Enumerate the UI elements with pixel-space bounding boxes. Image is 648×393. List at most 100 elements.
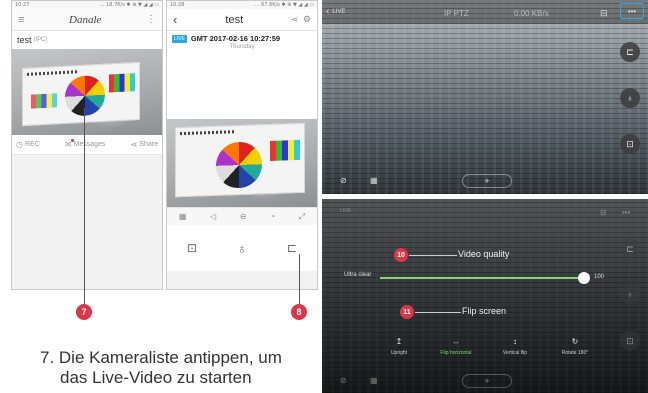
- back-icon[interactable]: ‹: [173, 12, 177, 27]
- device-name: test: [17, 35, 32, 45]
- mute-icon[interactable]: ⊘: [340, 176, 347, 185]
- chart-marks: [180, 130, 234, 136]
- vertical-flip-option[interactable]: ↕ Vertical flip: [495, 337, 535, 356]
- camera-title: test: [225, 13, 244, 26]
- snapshot-icon[interactable]: ⊡: [620, 134, 640, 154]
- mute-icon: ⊘: [340, 376, 347, 385]
- phone-device-list: 10:27 ... 18.7K/s ✱ ⊕ ▼ ◢ ◢ ▭ ≡ Danale ⋮…: [11, 0, 163, 290]
- flip-screen-label: Flip screen: [462, 306, 507, 316]
- callout-7: 7: [76, 304, 92, 320]
- record-video-icon: ⊏: [620, 239, 640, 259]
- osd-weekday: Thursday: [229, 44, 255, 50]
- callout-11: 11: [400, 305, 414, 319]
- more-icon: •••: [622, 208, 631, 217]
- rotate-180-option[interactable]: ↻ Rotate 180°: [556, 337, 594, 356]
- callout-10: 10: [394, 248, 408, 262]
- app-title: Danale: [69, 13, 102, 26]
- grid-icon[interactable]: ▦: [370, 176, 378, 185]
- caption: 7. Die Kameraliste antippen, um das Live…: [40, 348, 282, 388]
- display-mode-icon: ⊟: [600, 208, 607, 217]
- snapshot-icon: ⊡: [620, 331, 640, 351]
- record-video-icon[interactable]: ⊏: [287, 241, 297, 255]
- bitrate: 0.00 KB/s: [514, 9, 549, 18]
- caption-line-1: 7. Die Kameraliste antippen, um: [40, 348, 282, 367]
- messages-icon: ✉: [64, 139, 74, 149]
- live-label: LIVE: [340, 208, 351, 214]
- landscape-settings-view: LIVE ⊟ ••• ⊏ ♁ ⊡ 10 Video quality Ultra …: [322, 199, 648, 393]
- status-time: 10:28: [170, 2, 185, 8]
- osd-datetime: GMT 2017-02-16 10:27:59: [190, 34, 281, 43]
- color-swatches: [109, 73, 135, 93]
- share-icon: ⋖: [130, 140, 138, 149]
- live-info-area: LIVE GMT 2017-02-16 10:27:59 Thursday: [167, 31, 317, 119]
- record-video-icon[interactable]: ⊏: [620, 42, 640, 62]
- flip-horizontal-label: Flip horizontal: [440, 350, 472, 356]
- live-video[interactable]: [167, 119, 317, 207]
- more-button[interactable]: •••: [620, 3, 644, 19]
- landscape-live-view[interactable]: ‹ LIVE IP PTZ 0.00 KB/s ⊟ ••• ⊏ ♁ ⊡ ⊘ ▦ …: [322, 0, 648, 194]
- quality-value: 100: [594, 274, 605, 280]
- menu-icon[interactable]: ≡: [18, 14, 24, 26]
- vertical-flip-icon: ↕: [513, 337, 517, 346]
- status-time: 10:27: [15, 2, 30, 8]
- phone-live-view: 10:28 ... 67.6K/s ✱ ⊕ ▼ ◢ ◢ ▭ ‹ test ⋖ ⚙…: [166, 0, 318, 290]
- device-header[interactable]: test (IPC): [12, 31, 162, 49]
- video-quality-label: Video quality: [458, 249, 510, 259]
- device-thumbnail[interactable]: [12, 49, 162, 135]
- share-icon[interactable]: ⋖: [291, 14, 298, 25]
- zoom-icon[interactable]: ⊖: [240, 212, 247, 221]
- live-badge: LIVE: [172, 34, 187, 43]
- flip-horizontal-icon: ↔: [452, 337, 460, 346]
- quality-slider-thumb[interactable]: [577, 272, 590, 284]
- quality-slider-fill: [380, 277, 584, 279]
- more-vert-icon[interactable]: ⋮: [146, 14, 156, 25]
- split-screen-icon[interactable]: ▦: [179, 212, 187, 221]
- status-bar: 10:28 ... 67.6K/s ✱ ⊕ ▼ ◢ ◢ ▭: [167, 1, 317, 9]
- caption-line-2: das Live-Video zu starten: [60, 368, 252, 387]
- color-swatches-left: [31, 93, 57, 109]
- ptz-expand-button[interactable]: +: [462, 174, 512, 188]
- messages-label: Messages: [73, 141, 106, 148]
- back-icon[interactable]: ‹: [326, 6, 329, 17]
- test-chart-image: [22, 61, 140, 127]
- callout-8-line: [299, 254, 300, 304]
- share-button[interactable]: ⋖ Share: [131, 140, 158, 149]
- microphone-icon: ♁: [620, 284, 640, 304]
- app-bar: ‹ test ⋖ ⚙: [167, 9, 317, 31]
- color-wheel: [216, 141, 262, 189]
- rotate-icon: ↻: [571, 337, 579, 346]
- rec-button[interactable]: ◷ REC: [16, 140, 40, 149]
- settings-icon[interactable]: ⚙: [303, 14, 311, 25]
- microphone-icon[interactable]: ♁: [620, 88, 640, 108]
- ultra-clear-label: Ultra clear: [344, 272, 372, 278]
- display-mode-icon[interactable]: ⊟: [600, 8, 608, 19]
- capture-bar: ⊡ ♁ ⊏: [167, 225, 317, 271]
- status-icons: ... 67.6K/s ✱ ⊕ ▼ ◢ ◢ ▭: [254, 2, 314, 8]
- upright-label: Upright: [390, 350, 408, 356]
- vertical-flip-label: Vertical flip: [502, 350, 528, 356]
- volume-icon[interactable]: ◁: [210, 212, 216, 221]
- callout-11-line: [415, 312, 461, 313]
- share-label: Share: [139, 141, 158, 148]
- callout-10-line: [409, 255, 457, 256]
- live-toolbar: ▦ ◁ ⊖ ◔ ⤢: [167, 207, 317, 225]
- dim-overlay: [322, 199, 648, 393]
- microphone-icon[interactable]: ♁: [237, 241, 247, 256]
- test-chart-image: [175, 122, 305, 198]
- device-type: (IPC): [33, 37, 48, 43]
- live-label: LIVE: [332, 8, 346, 15]
- speed-icon[interactable]: ◔: [270, 212, 275, 221]
- snapshot-icon[interactable]: ⊡: [187, 241, 197, 255]
- color-wheel: [65, 74, 105, 117]
- quality-slider-track[interactable]: [380, 272, 590, 284]
- messages-button[interactable]: ✉ Messages: [64, 139, 106, 149]
- fullscreen-icon[interactable]: ⤢: [299, 212, 305, 222]
- app-bar: ≡ Danale ⋮: [12, 9, 162, 31]
- callout-7-line: [84, 108, 85, 304]
- flip-horizontal-option[interactable]: ↔ Flip horizontal: [434, 337, 478, 356]
- flip-upright-option[interactable]: ↥ Upright: [386, 337, 412, 356]
- camera-model: IP PTZ: [444, 9, 469, 18]
- upright-icon: ↥: [395, 337, 403, 346]
- callout-8: 8: [291, 304, 307, 320]
- device-actions: ◷ REC ✉ Messages ⋖ Share: [12, 135, 162, 155]
